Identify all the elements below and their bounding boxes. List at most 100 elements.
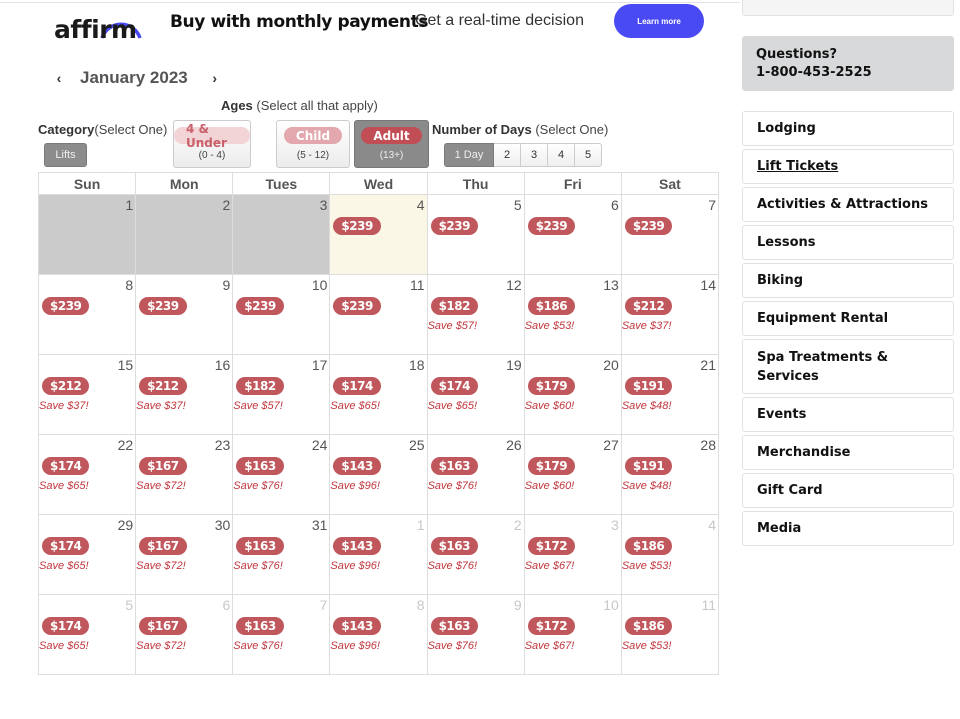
calendar-day-cell[interactable]: 28 $191 Save $48! [620,434,720,515]
calendar-day-cell[interactable]: 5 $239 [426,194,525,275]
price-badge[interactable]: $239 [333,297,381,315]
calendar-day-cell[interactable]: 23 $167 Save $72! [135,434,234,515]
calendar-day-cell[interactable]: 15 $212 Save $37! [37,354,137,435]
days-option-5[interactable]: 5 [575,143,602,167]
calendar-day-cell[interactable]: 7 $163 Save $76! [232,594,331,675]
price-badge[interactable]: $179 [527,457,576,475]
price-badge[interactable]: $163 [236,457,284,475]
calendar-day-cell[interactable]: 20 $179 Save $60! [523,354,622,435]
calendar-day-cell[interactable]: 11 $186 Save $53! [620,594,720,675]
calendar-day-cell[interactable]: 4 $239 [329,194,428,275]
price-badge[interactable]: $212 [624,297,673,315]
affirm-logo[interactable]: affirm [54,4,146,44]
calendar-day-cell[interactable]: 3 $172 Save $67! [523,514,622,595]
sidebar-item-gift-card[interactable]: Gift Card [742,473,954,508]
price-badge[interactable]: $186 [527,297,576,315]
calendar-day-cell[interactable]: 2 $163 Save $76! [426,514,525,595]
price-badge[interactable]: $163 [430,617,478,635]
sidebar-item-merchandise[interactable]: Merchandise [742,435,954,470]
calendar-day-cell[interactable]: 14 $212 Save $37! [620,274,720,355]
calendar-day-cell[interactable]: 7 $239 [620,194,720,275]
price-badge[interactable]: $163 [236,617,284,635]
questions-phone[interactable]: 1-800-453-2525 [756,64,940,82]
calendar-day-cell[interactable]: 19 $174 Save $65! [426,354,525,435]
calendar-day-cell[interactable]: 10 $172 Save $67! [523,594,622,675]
price-badge[interactable]: $143 [333,457,381,475]
days-option-2[interactable]: 2 [494,143,521,167]
calendar-day-cell[interactable]: 8 $239 [37,274,137,355]
price-badge[interactable]: $212 [139,377,187,395]
sidebar-item-equipment-rental[interactable]: Equipment Rental [742,301,954,336]
sidebar-item-events[interactable]: Events [742,397,954,432]
age-adult-button[interactable]: Adult (13+) [354,120,429,168]
chevron-left-icon[interactable]: ‹ [52,70,66,86]
calendar-day-cell[interactable]: 26 $163 Save $76! [426,434,525,515]
calendar-day-cell[interactable]: 17 $182 Save $57! [232,354,331,435]
price-badge[interactable]: $186 [624,537,673,555]
sidebar-item-media[interactable]: Media [742,511,954,546]
price-badge[interactable]: $174 [42,537,90,555]
calendar-day-cell[interactable]: 31 $163 Save $76! [232,514,331,595]
price-badge[interactable]: $174 [42,457,90,475]
calendar-day-cell[interactable]: 11 $239 [329,274,428,355]
price-badge[interactable]: $239 [236,297,284,315]
sidebar-item-biking[interactable]: Biking [742,263,954,298]
price-badge[interactable]: $239 [624,217,673,235]
price-badge[interactable]: $239 [527,217,576,235]
price-badge[interactable]: $179 [527,377,576,395]
calendar-day-cell[interactable]: 8 $143 Save $96! [329,594,428,675]
price-badge[interactable]: $239 [42,297,90,315]
sidebar-item-lessons[interactable]: Lessons [742,225,954,260]
category-lifts-button[interactable]: Lifts [44,143,87,167]
price-badge[interactable]: $182 [430,297,478,315]
price-badge[interactable]: $143 [333,617,381,635]
calendar-day-cell[interactable]: 25 $143 Save $96! [329,434,428,515]
price-badge[interactable]: $163 [430,537,478,555]
price-badge[interactable]: $174 [430,377,478,395]
price-badge[interactable]: $167 [139,617,187,635]
calendar-day-cell[interactable]: 6 $167 Save $72! [135,594,234,675]
sidebar-item-activities-attractions[interactable]: Activities & Attractions [742,187,954,222]
calendar-day-cell[interactable]: 27 $179 Save $60! [523,434,622,515]
calendar-day-cell[interactable]: 9 $239 [135,274,234,355]
price-badge[interactable]: $172 [527,617,576,635]
days-option-3[interactable]: 3 [521,143,548,167]
calendar-day-cell[interactable]: 16 $212 Save $37! [135,354,234,435]
calendar-day-cell[interactable]: 12 $182 Save $57! [426,274,525,355]
age-4-and-under-button[interactable]: 4 & Under (0 - 4) [173,120,251,168]
learn-more-button[interactable]: Learn more [614,4,704,38]
calendar-day-cell[interactable]: 5 $174 Save $65! [37,594,137,675]
calendar-day-cell[interactable]: 1 $143 Save $96! [329,514,428,595]
calendar-day-cell[interactable]: 24 $163 Save $76! [232,434,331,515]
calendar-day-cell[interactable]: 18 $174 Save $65! [329,354,428,435]
price-badge[interactable]: $163 [236,537,284,555]
age-child-button[interactable]: Child (5 - 12) [276,120,350,168]
price-badge[interactable]: $174 [42,617,90,635]
calendar-day-cell[interactable]: 29 $174 Save $65! [37,514,137,595]
calendar-day-cell[interactable]: 30 $167 Save $72! [135,514,234,595]
price-badge[interactable]: $212 [42,377,90,395]
price-badge[interactable]: $172 [527,537,576,555]
calendar-day-cell[interactable]: 21 $191 Save $48! [620,354,720,435]
calendar-day-cell[interactable]: 13 $186 Save $53! [523,274,622,355]
calendar-day-cell[interactable]: 22 $174 Save $65! [37,434,137,515]
price-badge[interactable]: $239 [139,297,187,315]
sidebar-item-spa-treatments-services[interactable]: Spa Treatments & Services [742,339,954,394]
price-badge[interactable]: $167 [139,537,187,555]
sidebar-item-lift-tickets[interactable]: Lift Tickets [742,149,954,184]
calendar-day-cell[interactable]: 4 $186 Save $53! [620,514,720,595]
price-badge[interactable]: $163 [430,457,478,475]
calendar-day-cell[interactable]: 10 $239 [232,274,331,355]
price-badge[interactable]: $191 [624,457,673,475]
price-badge[interactable]: $239 [430,217,478,235]
chevron-right-icon[interactable]: › [208,70,222,86]
price-badge[interactable]: $143 [333,537,381,555]
days-option-1[interactable]: 1 Day [444,143,494,167]
sidebar-item-lodging[interactable]: Lodging [742,111,954,146]
price-badge[interactable]: $182 [236,377,284,395]
price-badge[interactable]: $174 [333,377,381,395]
calendar-day-cell[interactable]: 9 $163 Save $76! [426,594,525,675]
price-badge[interactable]: $191 [624,377,673,395]
calendar-day-cell[interactable]: 6 $239 [523,194,622,275]
price-badge[interactable]: $239 [333,217,381,235]
